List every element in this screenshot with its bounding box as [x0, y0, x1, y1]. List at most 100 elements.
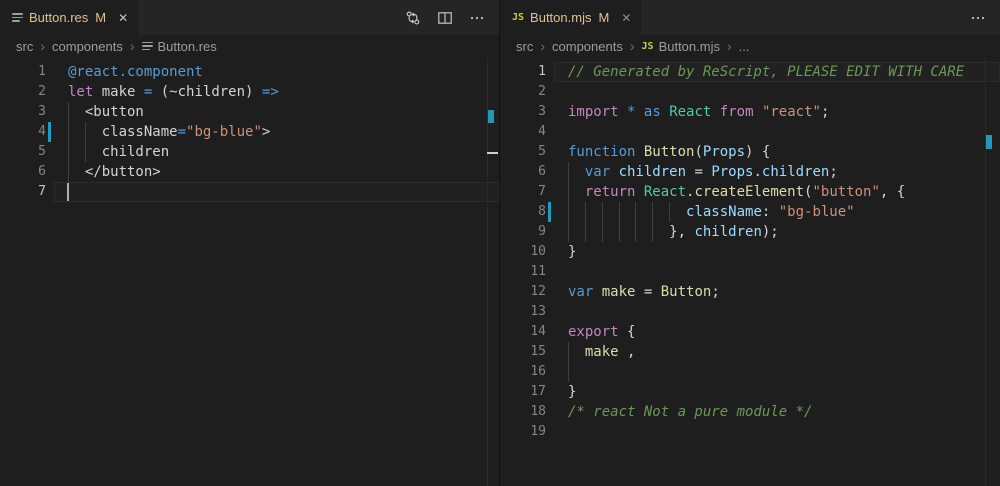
code-line[interactable]: 6 var children = Props.children; [500, 162, 1000, 182]
line-number[interactable]: 14 [500, 322, 546, 342]
code-line[interactable]: 6 </button> [0, 162, 499, 182]
line-number[interactable]: 7 [500, 182, 546, 202]
breadcrumb-item[interactable]: components [52, 39, 123, 54]
code-line[interactable]: 18/* react Not a pure module */ [500, 402, 1000, 422]
code-line[interactable]: 9 }, children); [500, 222, 1000, 242]
code-line[interactable]: 4 [500, 122, 1000, 142]
code-line[interactable]: 13 [500, 302, 1000, 322]
indent-guide [568, 162, 569, 182]
code-text: var children = Props.children; [554, 162, 838, 182]
code-line[interactable]: 14export { [500, 322, 1000, 342]
code-line[interactable]: 19 [500, 422, 1000, 442]
line-number[interactable]: 13 [500, 302, 546, 322]
open-changes-icon[interactable] [405, 10, 421, 26]
line-number[interactable]: 6 [0, 162, 46, 182]
code-editor-left[interactable]: 1 @react.component2let make = (~children)… [0, 57, 499, 486]
indent-guide [568, 202, 569, 222]
line-number[interactable]: 18 [500, 402, 546, 422]
line-number[interactable]: 8 [500, 202, 546, 222]
breadcrumb-item[interactable]: components [552, 39, 623, 54]
line-number[interactable]: 4 [500, 122, 546, 142]
code-line[interactable]: 3 <button [0, 102, 499, 122]
gutter [46, 122, 54, 142]
code-line[interactable]: 1 @react.component [0, 62, 499, 82]
code-line[interactable]: 15 make , [500, 342, 1000, 362]
gutter [46, 182, 54, 202]
code-text: // Generated by ReScript, PLEASE EDIT WI… [554, 62, 964, 82]
code-line[interactable]: 4 className="bg-blue"> [0, 122, 499, 142]
line-number[interactable]: 3 [0, 102, 46, 122]
line-number[interactable]: 4 [0, 122, 46, 142]
line-number[interactable]: 19 [500, 422, 546, 442]
code-text: @react.component [54, 62, 203, 82]
code-line[interactable]: 12var make = Button; [500, 282, 1000, 302]
gutter [546, 242, 554, 262]
code-line[interactable]: 10} [500, 242, 1000, 262]
line-number[interactable]: 15 [500, 342, 546, 362]
line-number[interactable]: 5 [500, 142, 546, 162]
code-text: className="bg-blue"> [54, 122, 270, 142]
line-number[interactable]: 10 [500, 242, 546, 262]
code-line[interactable]: 5 function Button(Props) { [500, 142, 1000, 162]
indent-guide [619, 222, 620, 242]
breadcrumb-item[interactable]: ... [739, 39, 750, 54]
breadcrumb-item[interactable]: JSButton.mjs [642, 39, 720, 54]
line-number[interactable]: 16 [500, 362, 546, 382]
document-icon [12, 11, 23, 25]
gutter [546, 402, 554, 422]
code-line[interactable]: 5 children [0, 142, 499, 162]
code-text: }, children); [554, 222, 779, 242]
code-text: children [54, 142, 169, 162]
indent-guide [619, 202, 620, 222]
code-line[interactable]: 7 return React.createElement("button", { [500, 182, 1000, 202]
code-line[interactable]: 16 [500, 362, 1000, 382]
code-line[interactable]: 17} [500, 382, 1000, 402]
overview-modified-marker [986, 135, 992, 149]
tab-button-res[interactable]: Button.res M ✕ [0, 0, 138, 35]
close-icon[interactable]: ✕ [621, 11, 631, 25]
code-text: import * as React from "react"; [554, 102, 829, 122]
code-line[interactable]: 2 [500, 82, 1000, 102]
code-line[interactable]: 11 [500, 262, 1000, 282]
indent-guide [68, 122, 69, 142]
more-actions-icon[interactable] [469, 10, 485, 26]
close-icon[interactable]: ✕ [118, 11, 128, 25]
code-line[interactable]: 1 // Generated by ReScript, PLEASE EDIT W… [500, 62, 1000, 82]
line-number[interactable]: 3 [500, 102, 546, 122]
breadcrumb-item[interactable]: src [16, 39, 33, 54]
line-number[interactable]: 6 [500, 162, 546, 182]
tab-button-mjs[interactable]: JS Button.mjs M ✕ [500, 0, 641, 35]
indent-guide [568, 362, 569, 382]
indent-guide [652, 222, 653, 242]
split-editor-icon[interactable] [437, 10, 453, 26]
line-number[interactable]: 11 [500, 262, 546, 282]
code-text [554, 422, 568, 442]
line-number[interactable]: 5 [0, 142, 46, 162]
line-number[interactable]: 9 [500, 222, 546, 242]
indent-guide [585, 202, 586, 222]
editor-actions-left [405, 0, 499, 35]
line-number[interactable]: 2 [0, 82, 46, 102]
breadcrumb-item[interactable]: Button.res [142, 39, 217, 54]
code-line[interactable]: 3 import * as React from "react"; [500, 102, 1000, 122]
breadcrumb-separator: › [630, 39, 635, 53]
line-number[interactable]: 17 [500, 382, 546, 402]
code-text [54, 182, 68, 202]
line-number[interactable]: 2 [500, 82, 546, 102]
line-number[interactable]: 1 [0, 62, 46, 82]
code-line[interactable]: 7 [0, 182, 499, 202]
gutter [546, 342, 554, 362]
line-number[interactable]: 7 [0, 182, 46, 202]
line-number[interactable]: 12 [500, 282, 546, 302]
more-actions-icon[interactable] [970, 10, 986, 26]
code-text: } [554, 242, 576, 262]
code-line[interactable]: 8 className: "bg-blue" [500, 202, 1000, 222]
breadcrumb-label: Button.mjs [659, 39, 720, 54]
gutter [546, 362, 554, 382]
code-line[interactable]: 2let make = (~children) => [0, 82, 499, 102]
code-text: function Button(Props) { [554, 142, 770, 162]
code-editor-right[interactable]: 1 // Generated by ReScript, PLEASE EDIT W… [500, 57, 1000, 486]
line-number[interactable]: 1 [500, 62, 546, 82]
gutter [46, 162, 54, 182]
breadcrumb-item[interactable]: src [516, 39, 533, 54]
